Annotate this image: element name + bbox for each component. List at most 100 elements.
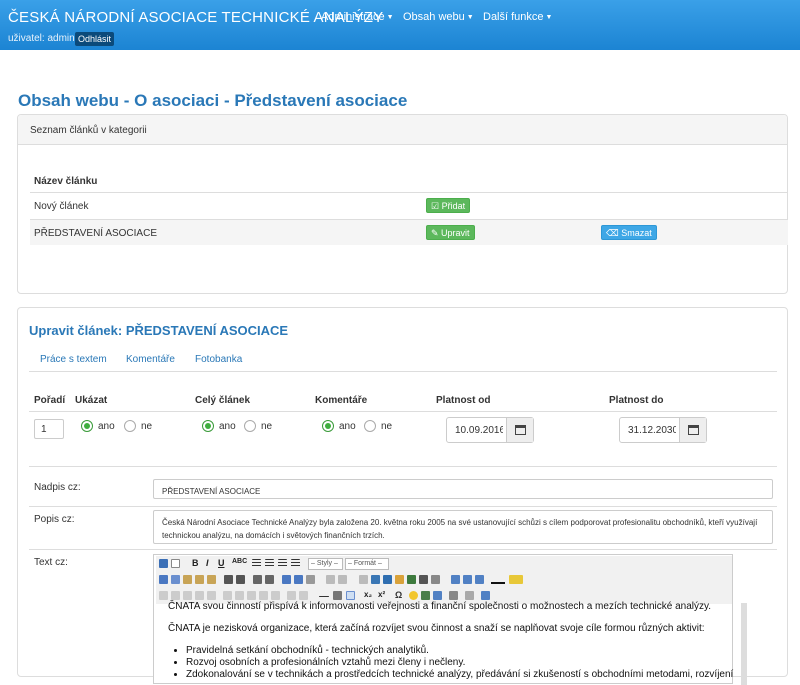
delete-article-button[interactable]: ⌫ Smazat [601,225,657,240]
split-cells-icon[interactable] [299,591,308,600]
media-icon[interactable] [475,575,484,584]
radio-label: ano [98,421,115,432]
full-no-radio[interactable] [244,420,256,432]
replace-icon[interactable] [236,575,245,584]
valid-to-label: Platnost do [609,395,664,406]
fullscreen-icon[interactable] [481,591,490,600]
row-before-icon[interactable] [235,591,244,600]
cleanup-icon[interactable] [407,575,416,584]
editor-scrollbar[interactable] [741,603,747,685]
menu-administrace[interactable]: Administrace ▼ [321,11,394,23]
blockquote-icon[interactable] [306,575,315,584]
show-yes-radio[interactable] [81,420,93,432]
underline-icon[interactable]: U [218,558,225,568]
visual-aid-icon[interactable] [346,591,355,600]
comments-no-radio[interactable] [364,420,376,432]
table-cell-icon[interactable] [183,591,192,600]
outdent-icon[interactable] [282,575,291,584]
tab-comments[interactable]: Komentáře [126,354,175,365]
calendar-icon [688,425,699,435]
html-icon[interactable] [431,575,440,584]
table-icon[interactable] [451,575,460,584]
table-row-icon[interactable] [159,591,168,600]
full-yes-radio[interactable] [202,420,214,432]
comments-yes-radio[interactable] [322,420,334,432]
rich-text-editor[interactable]: B I U ABC – Styly – – Formát – x₂ x² Ω Č… [153,554,747,685]
button-label: Smazat [621,228,652,238]
text-color-icon[interactable] [491,575,505,584]
paste-word-icon[interactable] [207,575,216,584]
merge-cells-icon[interactable] [287,591,296,600]
description-textarea[interactable]: Česká Národní Asociace Technické Analýzy… [153,510,773,544]
editor-toolbar-row-1: B I U ABC – Styly – – Formát – [156,556,732,572]
bullet-list-icon[interactable] [253,575,262,584]
horizontal-rule-icon[interactable] [319,596,329,597]
align-justify-icon[interactable] [291,559,300,568]
paste-text-icon[interactable] [195,575,204,584]
table-delete-icon[interactable] [223,591,232,600]
cut-icon[interactable] [159,575,168,584]
image-icon[interactable] [395,575,404,584]
flash-icon[interactable] [421,591,430,600]
order-input[interactable]: 1 [34,419,64,439]
table-split-icon[interactable] [207,591,216,600]
find-icon[interactable] [224,575,233,584]
new-document-icon[interactable] [171,559,180,568]
tab-divider [29,371,777,372]
caret-down-icon: ▼ [466,14,474,21]
paste-icon[interactable] [183,575,192,584]
copy-icon[interactable] [171,575,180,584]
italic-icon[interactable]: I [206,558,209,568]
heading-input[interactable]: PŘEDSTAVENÍ ASOCIACE [153,479,773,499]
calendar-button[interactable] [506,418,533,442]
ltr-icon[interactable] [465,591,474,600]
code-icon[interactable] [419,575,428,584]
align-left-icon[interactable] [252,559,261,568]
valid-from-input[interactable]: 10.09.2016 [446,417,534,443]
subscript-icon[interactable]: x₂ [364,590,372,599]
align-right-icon[interactable] [278,559,287,568]
col-after-icon[interactable] [271,591,280,600]
styles-dropdown[interactable]: – Styly – [308,558,343,570]
highlight-color-icon[interactable] [509,575,523,584]
strikethrough-icon[interactable]: ABC [232,558,247,565]
table-col-icon[interactable] [171,591,180,600]
superscript-icon[interactable]: x² [378,590,385,599]
redo-icon[interactable] [338,575,347,584]
tab-text-work[interactable]: Práce s textem [40,354,107,365]
undo-icon[interactable] [326,575,335,584]
date-value: 10.09.2016 [455,425,503,436]
format-dropdown[interactable]: – Formát – [345,558,389,570]
anchor-icon[interactable] [383,575,392,584]
remove-format-icon[interactable] [333,591,342,600]
table-merge-icon[interactable] [195,591,204,600]
valid-to-input[interactable]: 31.12.2030 [619,417,707,443]
preview-icon[interactable] [463,575,472,584]
special-char-icon[interactable]: Ω [395,590,402,600]
bold-icon[interactable]: B [192,558,199,568]
edit-article-button[interactable]: ✎ Upravit [426,225,475,240]
align-center-icon[interactable] [265,559,274,568]
col-before-icon[interactable] [259,591,268,600]
media-insert-icon[interactable] [433,591,442,600]
add-article-button[interactable]: ☑ Přidat [426,198,471,213]
print-icon[interactable] [449,591,458,600]
editor-content[interactable]: ČNATA svou činností přispívá k informova… [168,601,733,681]
indent-icon[interactable] [294,575,303,584]
row-after-icon[interactable] [247,591,256,600]
emoticon-icon[interactable] [409,591,418,600]
calendar-button[interactable] [679,418,706,442]
menu-obsah-webu[interactable]: Obsah webu ▼ [403,11,474,23]
divider [29,506,777,507]
numbered-list-icon[interactable] [265,575,274,584]
save-icon[interactable] [159,559,168,568]
divider [29,466,777,467]
full-article-label: Celý článek [195,395,251,406]
logout-button[interactable]: Odhlásit [75,32,115,46]
show-no-radio[interactable] [124,420,136,432]
content-paragraph: ČNATA svou činností přispívá k informova… [168,601,712,612]
link-icon[interactable] [371,575,380,584]
tab-photobank[interactable]: Fotobanka [195,354,242,365]
menu-dalsi-funkce[interactable]: Další funkce ▼ [483,11,552,23]
unlink-icon[interactable] [359,575,368,584]
